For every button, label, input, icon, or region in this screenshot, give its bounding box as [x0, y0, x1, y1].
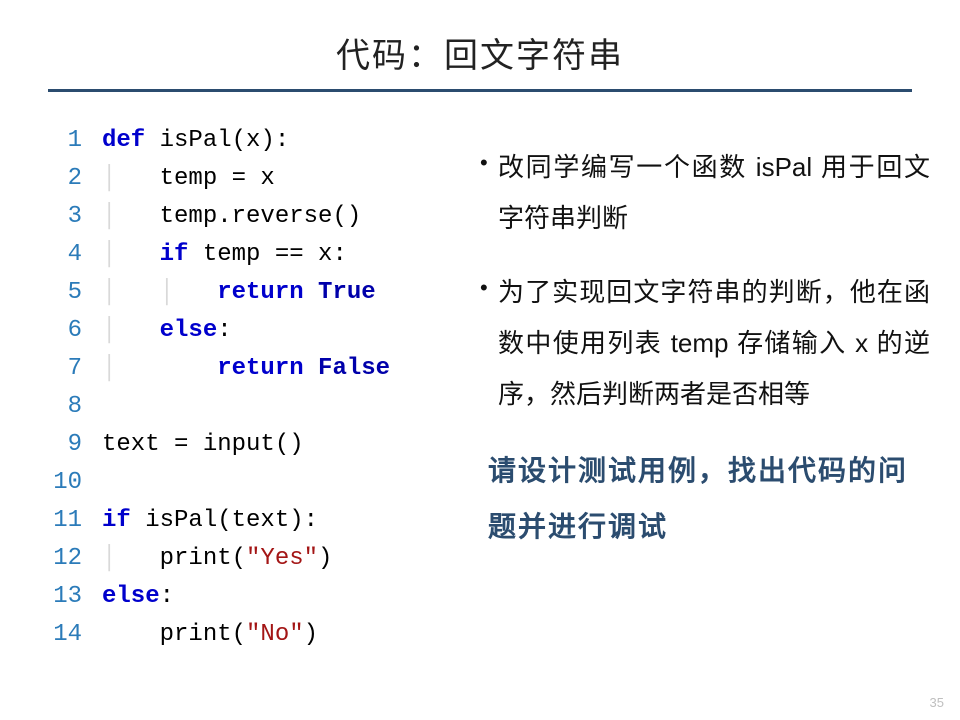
- code-block: 1def isPal(x):2│ temp = x3│ temp.reverse…: [40, 122, 470, 654]
- slide-title: 代码：回文字符串: [0, 0, 960, 89]
- code-line: 8: [40, 388, 470, 426]
- code-line: 10: [40, 464, 470, 502]
- line-number: 8: [40, 388, 102, 426]
- bullet-item: 为了实现回文字符串的判断，他在函数中使用列表 temp 存储输入 x 的逆序，然…: [480, 267, 930, 419]
- code-text: │ print("Yes"): [102, 540, 332, 578]
- content-row: 1def isPal(x):2│ temp = x3│ temp.reverse…: [0, 92, 960, 654]
- code-line: 7│ return False: [40, 350, 470, 388]
- line-number: 2: [40, 160, 102, 198]
- line-number: 14: [40, 616, 102, 654]
- code-text: def isPal(x):: [102, 122, 289, 160]
- code-line: 1def isPal(x):: [40, 122, 470, 160]
- line-number: 6: [40, 312, 102, 350]
- code-text: │ if temp == x:: [102, 236, 347, 274]
- line-number: 10: [40, 464, 102, 502]
- code-line: 9text = input(): [40, 426, 470, 464]
- code-line: 3│ temp.reverse(): [40, 198, 470, 236]
- text-column: 改同学编写一个函数 isPal 用于回文字符串判断为了实现回文字符串的判断，他在…: [480, 122, 930, 654]
- code-text: │ temp.reverse(): [102, 198, 361, 236]
- code-text: else:: [102, 578, 174, 616]
- code-line: 14 print("No"): [40, 616, 470, 654]
- code-text: │ │ return True: [102, 274, 376, 312]
- code-text: if isPal(text):: [102, 502, 318, 540]
- line-number: 9: [40, 426, 102, 464]
- line-number: 12: [40, 540, 102, 578]
- line-number: 4: [40, 236, 102, 274]
- slide: 代码：回文字符串 1def isPal(x):2│ temp = x3│ tem…: [0, 0, 960, 720]
- line-number: 7: [40, 350, 102, 388]
- code-text: │ return False: [102, 350, 390, 388]
- code-line: 11if isPal(text):: [40, 502, 470, 540]
- code-text: print("No"): [102, 616, 318, 654]
- line-number: 1: [40, 122, 102, 160]
- code-text: │ else:: [102, 312, 232, 350]
- line-number: 13: [40, 578, 102, 616]
- code-text: │ temp = x: [102, 160, 275, 198]
- code-line: 13else:: [40, 578, 470, 616]
- code-line: 2│ temp = x: [40, 160, 470, 198]
- bullet-item: 改同学编写一个函数 isPal 用于回文字符串判断: [480, 142, 930, 243]
- code-line: 12│ print("Yes"): [40, 540, 470, 578]
- emphasis-text: 请设计测试用例，找出代码的问题并进行调试: [480, 443, 930, 555]
- bullet-list: 改同学编写一个函数 isPal 用于回文字符串判断为了实现回文字符串的判断，他在…: [480, 142, 930, 419]
- code-line: 5│ │ return True: [40, 274, 470, 312]
- code-column: 1def isPal(x):2│ temp = x3│ temp.reverse…: [40, 122, 470, 654]
- line-number: 5: [40, 274, 102, 312]
- code-line: 6│ else:: [40, 312, 470, 350]
- code-line: 4│ if temp == x:: [40, 236, 470, 274]
- line-number: 3: [40, 198, 102, 236]
- line-number: 11: [40, 502, 102, 540]
- code-text: text = input(): [102, 426, 304, 464]
- page-number: 35: [930, 695, 944, 710]
